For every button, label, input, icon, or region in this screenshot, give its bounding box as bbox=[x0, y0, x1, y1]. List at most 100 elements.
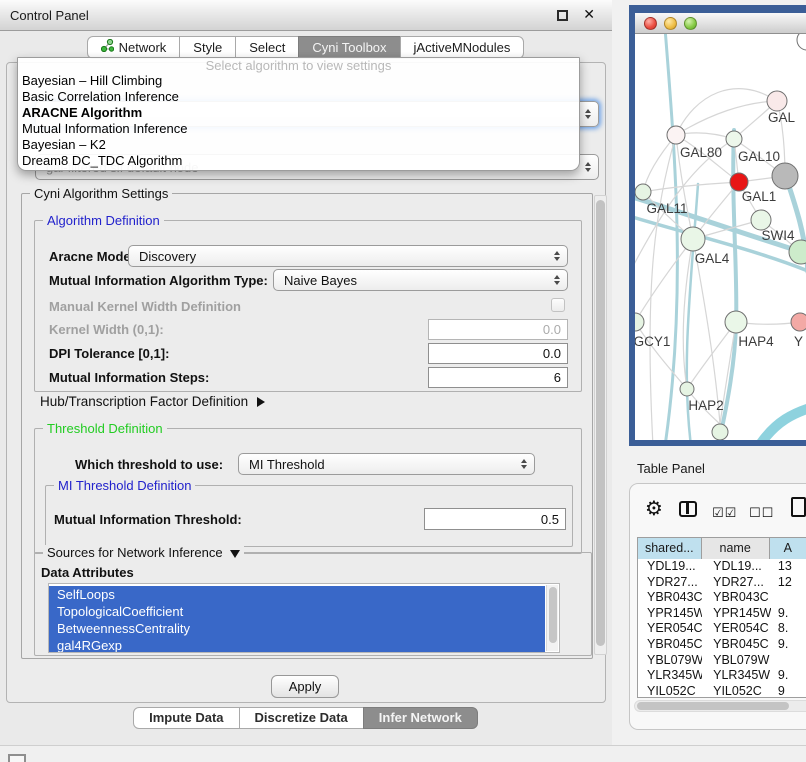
network-node-gal[interactable] bbox=[767, 91, 787, 111]
network-node-gal4[interactable] bbox=[681, 227, 705, 251]
combo-arrows-icon bbox=[521, 459, 527, 469]
table-cell: YIL052C bbox=[638, 684, 702, 698]
network-node-gcy1[interactable] bbox=[635, 313, 644, 331]
tab-select[interactable]: Select bbox=[235, 36, 299, 59]
table-row[interactable]: YIL052CYIL052C9 bbox=[638, 684, 806, 698]
settings-scrollbar[interactable] bbox=[594, 195, 607, 655]
mi-steps-value: 6 bbox=[554, 370, 561, 385]
attribute-item[interactable]: BetweennessCentrality bbox=[49, 620, 545, 637]
kernel-width-value: 0.0 bbox=[543, 322, 561, 337]
attribute-item[interactable]: TopologicalCoefficient bbox=[49, 603, 545, 620]
tab-network[interactable]: Network bbox=[87, 36, 181, 59]
sources-title[interactable]: Sources for Network Inference bbox=[43, 545, 244, 560]
network-node-gal11[interactable] bbox=[635, 184, 651, 200]
zoom-traffic-light[interactable] bbox=[684, 17, 697, 30]
apply-button[interactable]: Apply bbox=[271, 675, 339, 698]
aracne-mode-combo[interactable]: Discovery bbox=[128, 245, 568, 267]
threshold-definition-group: Threshold Definition Which threshold to … bbox=[34, 428, 582, 554]
bottom-tabbar: Impute DataDiscretize DataInfer Network bbox=[0, 707, 612, 729]
expand-right-icon bbox=[257, 397, 265, 407]
minimize-traffic-light[interactable] bbox=[664, 17, 677, 30]
combo-arrows-icon bbox=[585, 109, 591, 119]
tab-discretize-data[interactable]: Discretize Data bbox=[239, 707, 364, 729]
algorithm-option[interactable]: ARACNE Algorithm bbox=[18, 105, 579, 121]
algorithm-option[interactable]: Bayesian – K2 bbox=[18, 137, 579, 153]
table-cell: 13 bbox=[771, 559, 806, 575]
hub-definition-expander[interactable]: Hub/Transcription Factor Definition bbox=[40, 394, 265, 409]
column-view-icon[interactable] bbox=[679, 501, 697, 517]
mi-steps-label: Mutual Information Steps: bbox=[49, 370, 209, 385]
table-header-row: shared...nameA bbox=[638, 538, 806, 559]
data-attributes-list[interactable]: SelfLoopsTopologicalCoefficientBetweenne… bbox=[48, 583, 560, 653]
settings-gear-icon[interactable]: ⚙ bbox=[645, 496, 663, 521]
algorithm-option[interactable]: Bayesian – Hill Climbing bbox=[18, 73, 579, 89]
table-body: YDL19...YDL19...13YDR27...YDR27...12YBR0… bbox=[638, 559, 806, 698]
table-row[interactable]: YDR27...YDR27...12 bbox=[638, 575, 806, 591]
kernel-width-field[interactable]: 0.0 bbox=[428, 319, 568, 340]
table-cell: 9. bbox=[771, 668, 806, 684]
column-header-1[interactable]: name bbox=[702, 538, 770, 559]
dpi-tolerance-field[interactable]: 0.0 bbox=[428, 343, 568, 364]
mi-type-combo[interactable]: Naive Bayes bbox=[273, 269, 568, 291]
network-node-gal10[interactable] bbox=[726, 131, 742, 147]
algorithm-option[interactable]: Dream8 DC_TDC Algorithm bbox=[18, 153, 579, 169]
network-node[interactable] bbox=[772, 163, 798, 189]
tab-jactivemnodules[interactable]: jActiveMNodules bbox=[400, 36, 525, 59]
table-row[interactable]: YPR145WYPR145W9. bbox=[638, 606, 806, 622]
network-node-label: GAL80 bbox=[680, 145, 722, 160]
table-cell: YBR043C bbox=[638, 590, 702, 606]
column-header-2[interactable]: A bbox=[770, 538, 806, 559]
network-node[interactable] bbox=[712, 424, 728, 440]
tab-infer-network[interactable]: Infer Network bbox=[363, 707, 478, 729]
select-all-icon[interactable]: ☑☑ bbox=[712, 505, 737, 521]
table-hscrollbar[interactable] bbox=[634, 700, 806, 712]
network-edge bbox=[759, 405, 806, 440]
table-cell: YBR043C bbox=[702, 590, 771, 606]
network-node-y[interactable] bbox=[791, 313, 806, 331]
attribute-item[interactable]: gal4RGexp bbox=[49, 637, 545, 653]
network-node-hap2[interactable] bbox=[680, 382, 694, 396]
mi-threshold-field[interactable]: 0.5 bbox=[424, 508, 566, 530]
attribute-item[interactable]: SelfLoops bbox=[49, 586, 545, 603]
table-row[interactable]: YLR345WYLR345W9. bbox=[638, 668, 806, 684]
which-threshold-combo[interactable]: MI Threshold bbox=[238, 453, 535, 475]
table-row[interactable]: YBL079WYBL079W bbox=[638, 653, 806, 669]
table-row[interactable]: YDL19...YDL19...13 bbox=[638, 559, 806, 575]
close-traffic-light[interactable] bbox=[644, 17, 657, 30]
network-node-swi4[interactable] bbox=[751, 210, 771, 230]
tab-cyni-toolbox[interactable]: Cyni Toolbox bbox=[298, 36, 400, 59]
list-scrollbar[interactable] bbox=[546, 585, 558, 651]
tab-label: jActiveMNodules bbox=[414, 37, 511, 58]
table-row[interactable]: YER054CYER054C8. bbox=[638, 621, 806, 637]
combo-arrows-icon bbox=[554, 275, 560, 285]
function-builder-icon[interactable] bbox=[791, 497, 806, 517]
mi-steps-field[interactable]: 6 bbox=[428, 367, 568, 388]
tab-style[interactable]: Style bbox=[179, 36, 236, 59]
network-edge bbox=[676, 89, 777, 135]
algorithm-option[interactable]: Basic Correlation Inference bbox=[18, 89, 579, 105]
tab-impute-data[interactable]: Impute Data bbox=[133, 707, 239, 729]
network-edge bbox=[643, 135, 676, 192]
network-node[interactable] bbox=[797, 34, 806, 50]
network-node-gal80[interactable] bbox=[667, 126, 685, 144]
manual-kernel-checkbox[interactable] bbox=[551, 298, 565, 312]
collapse-down-icon bbox=[230, 550, 240, 558]
threshold-definition-title: Threshold Definition bbox=[43, 421, 167, 436]
table-cell: YER054C bbox=[702, 621, 771, 637]
cut-off-icon[interactable] bbox=[8, 754, 26, 762]
float-window-icon[interactable] bbox=[557, 10, 568, 21]
table-row[interactable]: YBR043CYBR043C bbox=[638, 590, 806, 606]
cyni-algorithm-settings-group: Cyni Algorithm Settings Algorithm Defini… bbox=[21, 193, 593, 659]
aracne-mode-value: Discovery bbox=[139, 249, 196, 264]
table-row[interactable]: YBR045CYBR045C9. bbox=[638, 637, 806, 653]
which-threshold-value: MI Threshold bbox=[249, 457, 325, 472]
algorithm-option[interactable]: Mutual Information Inference bbox=[18, 121, 579, 137]
deselect-all-icon[interactable]: ☐☐ bbox=[749, 505, 774, 521]
column-header-0[interactable]: shared... bbox=[638, 538, 702, 559]
close-icon[interactable]: ✕ bbox=[583, 6, 595, 23]
mi-type-label: Mutual Information Algorithm Type: bbox=[49, 273, 268, 288]
network-node-hap4[interactable] bbox=[725, 311, 747, 333]
table-cell: YDR27... bbox=[638, 575, 702, 591]
network-node[interactable] bbox=[789, 240, 806, 264]
network-canvas[interactable]: GALGAL80GAL10GAL1GAL11SWI4GAL4GCY1HAP4YH… bbox=[635, 34, 806, 440]
